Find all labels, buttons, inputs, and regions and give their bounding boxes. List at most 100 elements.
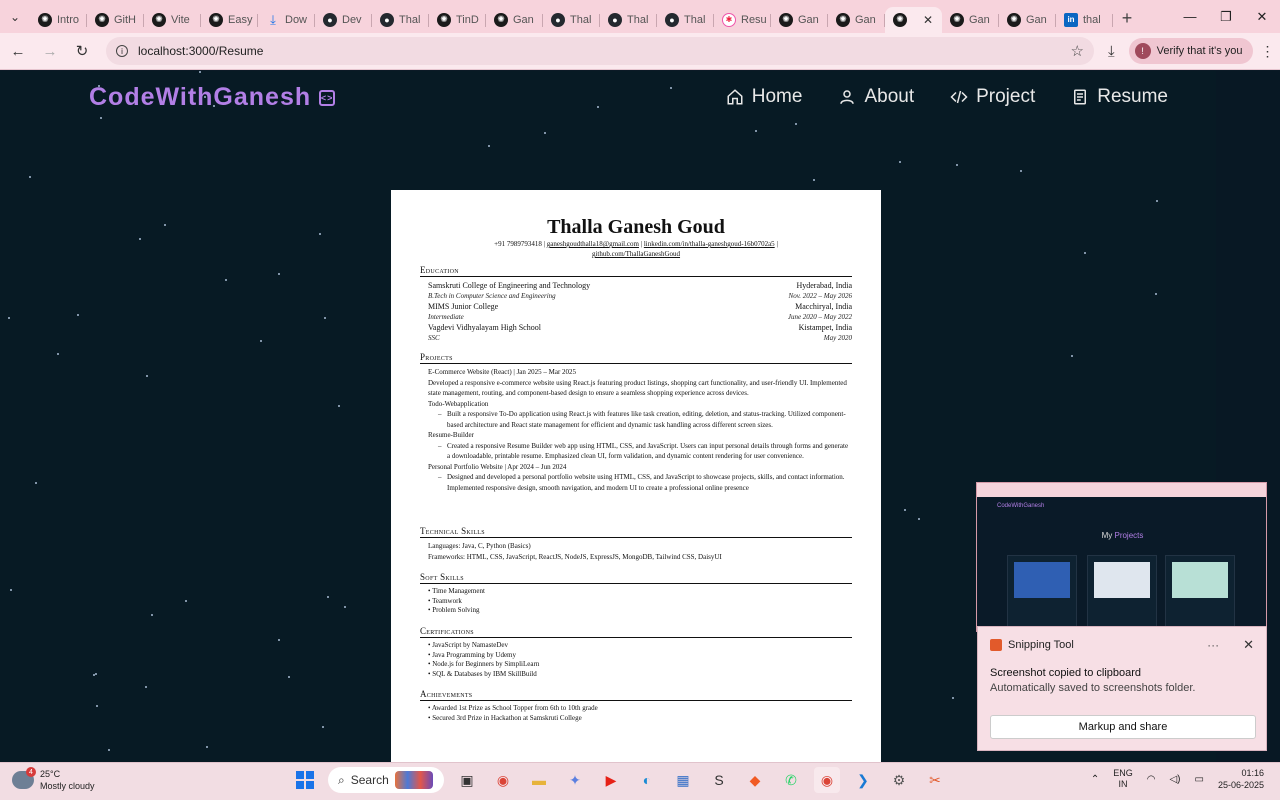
new-tab-button[interactable]: + <box>1113 6 1141 32</box>
browser-tab[interactable]: ✺ ✕ <box>885 6 942 33</box>
close-window-button[interactable]: ✕ <box>1244 0 1280 33</box>
youtube-icon[interactable]: ▶ <box>598 767 624 793</box>
browser-tab[interactable]: ✺ Intro <box>30 7 87 33</box>
star <box>670 87 672 89</box>
browser-tab[interactable]: ✺ Gan <box>828 7 885 33</box>
forward-button[interactable]: → <box>36 37 64 65</box>
site-brand[interactable]: CodeWithGanesh <> <box>89 83 336 112</box>
email-link[interactable]: ganeshgoudthalla18@gmail.com <box>547 240 639 248</box>
address-bar[interactable]: i localhost:3000/Resume ☆ <box>106 37 1094 65</box>
tab-search-button[interactable]: ⌄ <box>0 0 30 33</box>
taskbar: 4 25°C Mostly cloudy ⌕ Search ▣ ◉ ▬ ✦ ▶ … <box>0 762 1280 800</box>
snipping-tool-taskbar-icon[interactable]: ✂ <box>922 767 948 793</box>
star <box>1084 252 1086 254</box>
tab-label: thal <box>1083 13 1101 26</box>
home-icon <box>727 89 743 105</box>
chevron-up-icon[interactable]: ⌃ <box>1091 774 1099 785</box>
star <box>278 639 280 641</box>
education-section: Education Samskruti College of Engineeri… <box>420 265 852 343</box>
taskbar-search[interactable]: ⌕ Search <box>328 767 444 793</box>
close-icon[interactable]: ✕ <box>1243 637 1254 653</box>
wifi-icon[interactable]: ◠ <box>1147 774 1156 785</box>
chrome-active-icon[interactable]: ◉ <box>814 767 840 793</box>
openai-icon: ✺ <box>836 12 850 27</box>
clock[interactable]: 01:16 25-06-2025 <box>1218 767 1264 791</box>
star <box>1155 293 1157 295</box>
reload-button[interactable]: ↻ <box>68 37 96 65</box>
microsoft-store-icon[interactable]: ▦ <box>670 767 696 793</box>
project-desc: Created a responsive Resume Builder web … <box>420 441 852 462</box>
star <box>260 340 262 342</box>
settings-icon[interactable]: ⚙ <box>886 767 912 793</box>
whatsapp-icon[interactable]: ✆ <box>778 767 804 793</box>
openai-icon: ✺ <box>152 12 166 27</box>
list-item: Node.js for Beginners by SimpliLearn <box>420 660 852 670</box>
search-highlight-icon <box>394 771 433 789</box>
star <box>288 676 290 678</box>
download-icon[interactable]: ⤓ <box>1108 43 1115 60</box>
github-icon: ● <box>380 12 394 27</box>
browser-tab[interactable]: in thal <box>1056 7 1113 33</box>
project-desc: Developed a responsive e-commerce websit… <box>428 378 847 398</box>
weather-widget[interactable]: 4 25°C Mostly cloudy <box>12 767 95 792</box>
task-view-icon[interactable]: ▣ <box>454 767 480 793</box>
nav-about[interactable]: About <box>838 86 914 108</box>
language-indicator[interactable]: ENG IN <box>1113 768 1133 790</box>
verify-profile-button[interactable]: ! Verify that it's you <box>1128 38 1253 64</box>
github-link[interactable]: github.com/ThallaGaneshGoud <box>592 250 680 258</box>
browser-tab[interactable]: ✺ Gan <box>999 7 1056 33</box>
linkedin-link[interactable]: linkedin.com/in/thalla-ganeshgoud-16b070… <box>644 240 775 248</box>
browser-tab[interactable]: ● Thal <box>543 7 600 33</box>
star <box>322 726 324 728</box>
maximize-button[interactable]: ❐ <box>1208 0 1244 33</box>
screenshot-preview[interactable]: CodeWithGanesh My Projects <box>976 482 1267 632</box>
browser-tab[interactable]: ✺ Vite <box>144 7 201 33</box>
file-explorer-icon[interactable]: ▬ <box>526 767 552 793</box>
bookmark-star-icon[interactable]: ☆ <box>1071 42 1084 60</box>
star <box>145 686 147 688</box>
nav-home[interactable]: Home <box>726 86 802 108</box>
project-desc: Designed and developed a personal portfo… <box>420 472 852 493</box>
browser-tab[interactable]: ● Thal <box>600 7 657 33</box>
close-tab-icon[interactable]: ✕ <box>923 13 933 27</box>
openai-icon: ✺ <box>1007 12 1021 27</box>
back-button[interactable]: ← <box>4 37 32 65</box>
scribd-icon[interactable]: S <box>706 767 732 793</box>
resume-document: Thalla Ganesh Goud +91 7989793418 | gane… <box>391 190 881 762</box>
star <box>29 176 31 178</box>
browser-tab[interactable]: ● Thal <box>657 7 714 33</box>
markup-and-share-button[interactable]: Markup and share <box>990 715 1256 739</box>
copilot-icon[interactable]: ✦ <box>562 767 588 793</box>
browser-tab[interactable]: ✺ Easy <box>201 7 258 33</box>
edge-icon[interactable]: ◐ <box>634 767 660 793</box>
chrome-icon[interactable]: ◉ <box>490 767 516 793</box>
brave-icon[interactable]: ◆ <box>742 767 768 793</box>
certifications-section: Certifications JavaScript by NamasteDev … <box>420 626 852 679</box>
browser-tab[interactable]: ✱ Resu <box>714 7 771 33</box>
nav-resume[interactable]: Resume <box>1071 86 1168 108</box>
region-code: IN <box>1118 779 1128 789</box>
languages-line: Languages: Java, C, Python (Basics) <box>428 542 531 550</box>
nav-project[interactable]: Project <box>950 86 1035 108</box>
browser-tab[interactable]: ✺ TinD <box>429 7 486 33</box>
site-info-icon[interactable]: i <box>116 45 128 57</box>
url-text: localhost:3000/Resume <box>138 44 264 58</box>
browser-tab[interactable]: ⤓ Dow <box>258 7 315 33</box>
browser-tab[interactable]: ✺ GitH <box>87 7 144 33</box>
section-title: Projects <box>420 352 852 364</box>
browser-tab[interactable]: ● Thal <box>372 7 429 33</box>
browser-tab[interactable]: ✺ Gan <box>771 7 828 33</box>
star <box>918 518 920 520</box>
volume-icon[interactable]: ◁) <box>1169 774 1180 785</box>
more-options-icon[interactable]: ··· <box>1207 638 1219 652</box>
browser-tab[interactable]: ✺ Gan <box>486 7 543 33</box>
list-item: Time Management <box>420 587 852 597</box>
vscode-icon[interactable]: ❯ <box>850 767 876 793</box>
browser-menu-icon[interactable]: ⋮ <box>1261 43 1275 60</box>
browser-tab[interactable]: ✺ Gan <box>942 7 999 33</box>
star <box>206 746 208 748</box>
battery-icon[interactable]: ▭ <box>1195 774 1204 785</box>
minimize-button[interactable]: — <box>1172 0 1208 33</box>
start-button[interactable] <box>292 767 318 793</box>
browser-tab[interactable]: ● Dev <box>315 7 372 33</box>
